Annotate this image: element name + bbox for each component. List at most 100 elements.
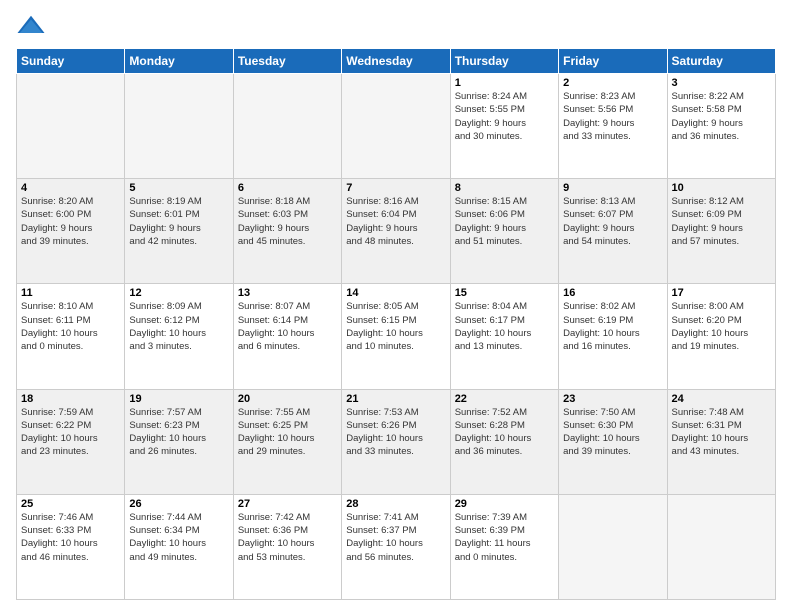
day-number: 29	[455, 498, 554, 510]
day-info: Sunrise: 8:24 AM Sunset: 5:55 PM Dayligh…	[455, 90, 554, 143]
logo	[16, 12, 50, 42]
day-number: 10	[672, 182, 771, 194]
week-row-1: 1Sunrise: 8:24 AM Sunset: 5:55 PM Daylig…	[17, 74, 776, 179]
calendar-cell	[125, 74, 233, 179]
day-info: Sunrise: 8:07 AM Sunset: 6:14 PM Dayligh…	[238, 300, 337, 353]
calendar-cell: 24Sunrise: 7:48 AM Sunset: 6:31 PM Dayli…	[667, 389, 775, 494]
day-number: 21	[346, 393, 445, 405]
day-number: 19	[129, 393, 228, 405]
calendar-cell: 1Sunrise: 8:24 AM Sunset: 5:55 PM Daylig…	[450, 74, 558, 179]
col-sunday: Sunday	[17, 49, 125, 74]
calendar-cell: 16Sunrise: 8:02 AM Sunset: 6:19 PM Dayli…	[559, 284, 667, 389]
day-info: Sunrise: 8:05 AM Sunset: 6:15 PM Dayligh…	[346, 300, 445, 353]
calendar-cell: 9Sunrise: 8:13 AM Sunset: 6:07 PM Daylig…	[559, 179, 667, 284]
calendar-cell: 8Sunrise: 8:15 AM Sunset: 6:06 PM Daylig…	[450, 179, 558, 284]
day-info: Sunrise: 7:41 AM Sunset: 6:37 PM Dayligh…	[346, 511, 445, 564]
day-number: 22	[455, 393, 554, 405]
day-info: Sunrise: 7:39 AM Sunset: 6:39 PM Dayligh…	[455, 511, 554, 564]
day-number: 13	[238, 287, 337, 299]
calendar-cell	[667, 494, 775, 599]
day-number: 23	[563, 393, 662, 405]
calendar-cell: 28Sunrise: 7:41 AM Sunset: 6:37 PM Dayli…	[342, 494, 450, 599]
header-row: Sunday Monday Tuesday Wednesday Thursday…	[17, 49, 776, 74]
day-number: 7	[346, 182, 445, 194]
calendar-cell: 2Sunrise: 8:23 AM Sunset: 5:56 PM Daylig…	[559, 74, 667, 179]
day-number: 14	[346, 287, 445, 299]
header	[16, 12, 776, 42]
day-info: Sunrise: 8:22 AM Sunset: 5:58 PM Dayligh…	[672, 90, 771, 143]
calendar-cell: 26Sunrise: 7:44 AM Sunset: 6:34 PM Dayli…	[125, 494, 233, 599]
logo-icon	[16, 12, 46, 42]
calendar-cell	[17, 74, 125, 179]
day-info: Sunrise: 7:48 AM Sunset: 6:31 PM Dayligh…	[672, 406, 771, 459]
week-row-4: 18Sunrise: 7:59 AM Sunset: 6:22 PM Dayli…	[17, 389, 776, 494]
calendar-cell: 23Sunrise: 7:50 AM Sunset: 6:30 PM Dayli…	[559, 389, 667, 494]
calendar-cell: 29Sunrise: 7:39 AM Sunset: 6:39 PM Dayli…	[450, 494, 558, 599]
day-number: 24	[672, 393, 771, 405]
day-number: 2	[563, 77, 662, 89]
calendar-cell: 7Sunrise: 8:16 AM Sunset: 6:04 PM Daylig…	[342, 179, 450, 284]
calendar-table: Sunday Monday Tuesday Wednesday Thursday…	[16, 48, 776, 600]
day-info: Sunrise: 8:04 AM Sunset: 6:17 PM Dayligh…	[455, 300, 554, 353]
day-number: 11	[21, 287, 120, 299]
page: Sunday Monday Tuesday Wednesday Thursday…	[0, 0, 792, 612]
day-info: Sunrise: 7:52 AM Sunset: 6:28 PM Dayligh…	[455, 406, 554, 459]
day-number: 17	[672, 287, 771, 299]
day-info: Sunrise: 7:42 AM Sunset: 6:36 PM Dayligh…	[238, 511, 337, 564]
day-info: Sunrise: 7:50 AM Sunset: 6:30 PM Dayligh…	[563, 406, 662, 459]
week-row-5: 25Sunrise: 7:46 AM Sunset: 6:33 PM Dayli…	[17, 494, 776, 599]
calendar-cell: 19Sunrise: 7:57 AM Sunset: 6:23 PM Dayli…	[125, 389, 233, 494]
calendar-cell	[233, 74, 341, 179]
col-friday: Friday	[559, 49, 667, 74]
day-info: Sunrise: 7:53 AM Sunset: 6:26 PM Dayligh…	[346, 406, 445, 459]
day-info: Sunrise: 8:09 AM Sunset: 6:12 PM Dayligh…	[129, 300, 228, 353]
calendar-cell: 21Sunrise: 7:53 AM Sunset: 6:26 PM Dayli…	[342, 389, 450, 494]
calendar-cell: 11Sunrise: 8:10 AM Sunset: 6:11 PM Dayli…	[17, 284, 125, 389]
day-info: Sunrise: 7:46 AM Sunset: 6:33 PM Dayligh…	[21, 511, 120, 564]
calendar-cell: 13Sunrise: 8:07 AM Sunset: 6:14 PM Dayli…	[233, 284, 341, 389]
day-number: 20	[238, 393, 337, 405]
day-number: 26	[129, 498, 228, 510]
day-number: 25	[21, 498, 120, 510]
col-monday: Monday	[125, 49, 233, 74]
day-number: 15	[455, 287, 554, 299]
calendar-cell: 3Sunrise: 8:22 AM Sunset: 5:58 PM Daylig…	[667, 74, 775, 179]
calendar-cell: 15Sunrise: 8:04 AM Sunset: 6:17 PM Dayli…	[450, 284, 558, 389]
calendar: Sunday Monday Tuesday Wednesday Thursday…	[16, 48, 776, 600]
day-number: 16	[563, 287, 662, 299]
calendar-cell: 12Sunrise: 8:09 AM Sunset: 6:12 PM Dayli…	[125, 284, 233, 389]
col-thursday: Thursday	[450, 49, 558, 74]
day-number: 1	[455, 77, 554, 89]
calendar-cell: 14Sunrise: 8:05 AM Sunset: 6:15 PM Dayli…	[342, 284, 450, 389]
day-info: Sunrise: 8:12 AM Sunset: 6:09 PM Dayligh…	[672, 195, 771, 248]
calendar-cell: 5Sunrise: 8:19 AM Sunset: 6:01 PM Daylig…	[125, 179, 233, 284]
day-info: Sunrise: 8:18 AM Sunset: 6:03 PM Dayligh…	[238, 195, 337, 248]
day-number: 4	[21, 182, 120, 194]
day-number: 8	[455, 182, 554, 194]
day-number: 6	[238, 182, 337, 194]
day-number: 28	[346, 498, 445, 510]
day-number: 18	[21, 393, 120, 405]
calendar-cell: 25Sunrise: 7:46 AM Sunset: 6:33 PM Dayli…	[17, 494, 125, 599]
calendar-cell: 17Sunrise: 8:00 AM Sunset: 6:20 PM Dayli…	[667, 284, 775, 389]
day-info: Sunrise: 7:44 AM Sunset: 6:34 PM Dayligh…	[129, 511, 228, 564]
col-saturday: Saturday	[667, 49, 775, 74]
day-number: 27	[238, 498, 337, 510]
day-info: Sunrise: 8:16 AM Sunset: 6:04 PM Dayligh…	[346, 195, 445, 248]
calendar-cell: 22Sunrise: 7:52 AM Sunset: 6:28 PM Dayli…	[450, 389, 558, 494]
day-info: Sunrise: 8:00 AM Sunset: 6:20 PM Dayligh…	[672, 300, 771, 353]
calendar-cell: 27Sunrise: 7:42 AM Sunset: 6:36 PM Dayli…	[233, 494, 341, 599]
week-row-2: 4Sunrise: 8:20 AM Sunset: 6:00 PM Daylig…	[17, 179, 776, 284]
day-info: Sunrise: 8:10 AM Sunset: 6:11 PM Dayligh…	[21, 300, 120, 353]
day-info: Sunrise: 8:19 AM Sunset: 6:01 PM Dayligh…	[129, 195, 228, 248]
day-number: 3	[672, 77, 771, 89]
calendar-cell: 20Sunrise: 7:55 AM Sunset: 6:25 PM Dayli…	[233, 389, 341, 494]
day-info: Sunrise: 8:15 AM Sunset: 6:06 PM Dayligh…	[455, 195, 554, 248]
day-info: Sunrise: 7:55 AM Sunset: 6:25 PM Dayligh…	[238, 406, 337, 459]
calendar-cell: 18Sunrise: 7:59 AM Sunset: 6:22 PM Dayli…	[17, 389, 125, 494]
week-row-3: 11Sunrise: 8:10 AM Sunset: 6:11 PM Dayli…	[17, 284, 776, 389]
calendar-cell: 4Sunrise: 8:20 AM Sunset: 6:00 PM Daylig…	[17, 179, 125, 284]
day-number: 5	[129, 182, 228, 194]
calendar-cell: 6Sunrise: 8:18 AM Sunset: 6:03 PM Daylig…	[233, 179, 341, 284]
day-info: Sunrise: 7:59 AM Sunset: 6:22 PM Dayligh…	[21, 406, 120, 459]
